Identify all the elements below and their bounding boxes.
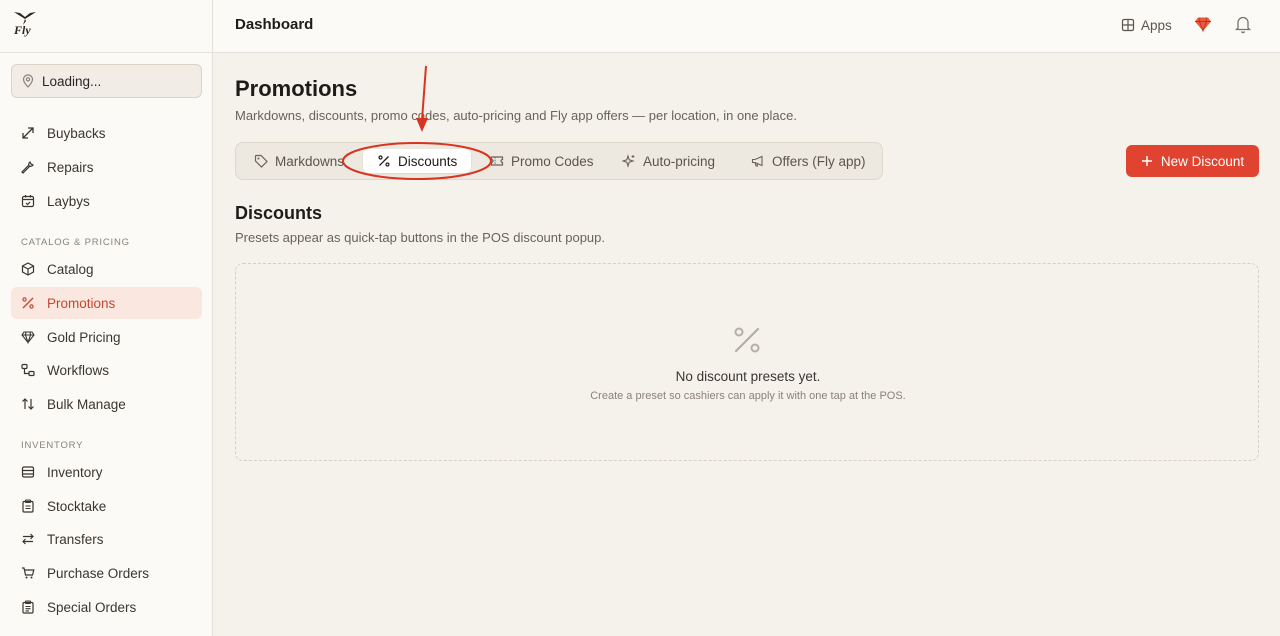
megaphone-icon [751, 155, 763, 167]
tab-promo-codes[interactable]: Promo Codes [482, 149, 602, 173]
sidebar-item-label: Repairs [47, 159, 94, 175]
brand-name: Fly [14, 23, 31, 37]
empty-state-title: No discount presets yet. [675, 369, 821, 384]
location-selector[interactable]: Loading... [11, 64, 202, 98]
tab-auto-pricing[interactable]: Auto-pricing [614, 149, 723, 173]
sidebar-item-special-orders[interactable]: Special Orders [11, 591, 202, 623]
sidebar-item-label: Purchase Orders [47, 565, 150, 581]
apps-label: Apps [1141, 17, 1172, 33]
ticket-icon [490, 156, 504, 166]
apps-button[interactable]: Apps [1121, 14, 1172, 36]
sidebar-item-transfers[interactable]: Transfers [11, 523, 202, 555]
sidebar-item-label: Catalog [47, 261, 94, 277]
tab-label: Discounts [398, 153, 458, 169]
header-title: Dashboard [235, 16, 314, 33]
tab-label: Markdowns [275, 153, 345, 169]
sidebar-item-catalog[interactable]: Catalog [11, 253, 202, 285]
sidebar-item-label: Special Orders [47, 599, 137, 615]
sidebar-item-label: Stocktake [47, 498, 107, 514]
sidebar-item-label: Transfers [47, 531, 104, 547]
clipboard-icon [21, 499, 35, 513]
sidebar-item-bulk-manage[interactable]: Bulk Manage [11, 388, 202, 420]
percent-icon [21, 296, 35, 310]
grid-icon [1121, 18, 1135, 32]
percent-icon [378, 155, 390, 167]
wrench-icon [21, 160, 35, 174]
tab-offers-fly-app[interactable]: Offers (Fly app) [743, 149, 874, 173]
gem-icon [21, 330, 35, 344]
divider [0, 52, 213, 53]
archive-icon [21, 465, 35, 479]
sidebar-item-workflows[interactable]: Workflows [11, 354, 202, 386]
section-label-inventory: INVENTORY [21, 440, 84, 451]
sidebar-item-repairs[interactable]: Repairs [11, 151, 202, 183]
sidebar-item-label: Gold Pricing [47, 329, 121, 345]
plus-icon [1141, 156, 1152, 166]
workflow-icon [21, 363, 35, 377]
sidebar-item-stocktake[interactable]: Stocktake [11, 490, 202, 522]
sidebar-item-gold-pricing[interactable]: Gold Pricing [11, 321, 202, 353]
calendar-icon [21, 194, 35, 208]
buybacks-icon [21, 126, 35, 140]
sidebar-item-buybacks[interactable]: Buybacks [11, 117, 202, 149]
empty-state-description: Create a preset so cashiers can apply it… [590, 390, 906, 402]
cart-icon [21, 566, 35, 580]
gem-icon[interactable] [1194, 15, 1212, 33]
tag-icon [254, 154, 268, 168]
sidebar-item-laybys[interactable]: Laybys [11, 185, 202, 217]
arrows-updown-icon [21, 397, 35, 411]
tab-label: Promo Codes [511, 153, 594, 169]
sidebar-item-label: Inventory [47, 464, 103, 480]
box-icon [21, 262, 35, 276]
empty-state: No discount presets yet. Create a preset… [235, 263, 1259, 461]
sidebar-item-label: Promotions [47, 295, 116, 311]
top-header: Dashboard Apps [213, 0, 1280, 53]
section-title: Discounts [235, 203, 323, 223]
sidebar-item-label: Workflows [47, 362, 110, 378]
section-label-catalog-pricing: CATALOG & PRICING [21, 237, 130, 248]
clipboard-list-icon [21, 600, 35, 614]
page-title: Promotions [235, 76, 358, 101]
tab-discounts[interactable]: Discounts [363, 149, 472, 173]
sidebar-item-label: Laybys [47, 193, 90, 209]
promotion-tabs: Markdowns Discounts Promo Codes Auto-pri… [235, 142, 883, 180]
map-pin-icon [22, 74, 34, 88]
percent-icon [734, 327, 760, 353]
sidebar-item-promotions[interactable]: Promotions [11, 287, 202, 319]
bell-icon[interactable] [1234, 14, 1252, 34]
new-discount-button[interactable]: New Discount [1126, 145, 1259, 177]
sidebar-item-purchase-orders[interactable]: Purchase Orders [11, 557, 202, 589]
sidebar-item-inventory[interactable]: Inventory [11, 456, 202, 488]
new-discount-label: New Discount [1160, 153, 1245, 169]
sidebar-item-label: Bulk Manage [47, 396, 126, 412]
sidebar-item-label: Buybacks [47, 125, 106, 141]
sparkles-icon [622, 154, 635, 168]
arrows-leftright-icon [21, 532, 35, 546]
tab-markdowns[interactable]: Markdowns [246, 149, 352, 173]
location-label: Loading... [42, 73, 102, 89]
tab-label: Offers (Fly app) [772, 153, 866, 169]
tab-label: Auto-pricing [643, 153, 716, 169]
sidebar: Fly Loading... Buybacks Repairs Laybys C… [0, 0, 213, 636]
page-subtitle: Markdowns, discounts, promo codes, auto-… [235, 108, 797, 123]
section-subtitle: Presets appear as quick-tap buttons in t… [235, 230, 606, 245]
